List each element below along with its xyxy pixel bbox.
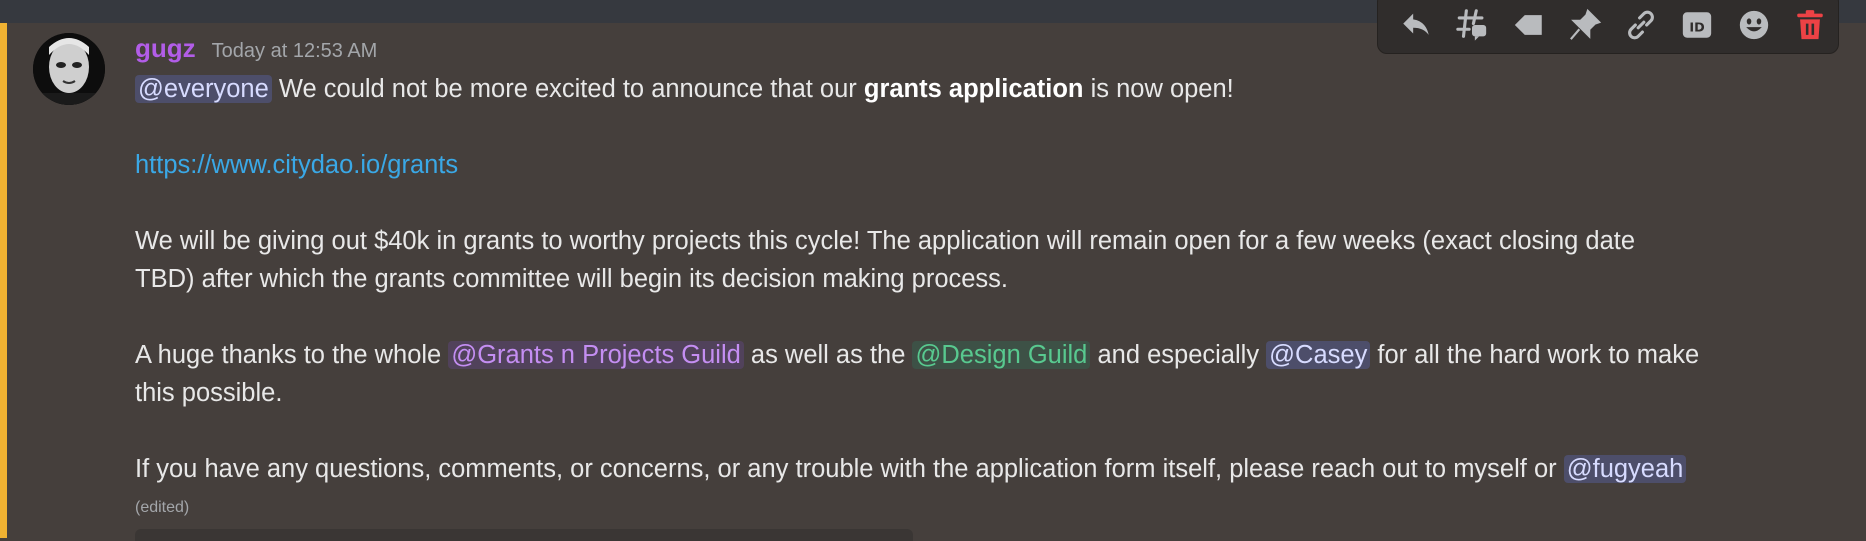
reply-button[interactable]	[1388, 3, 1444, 47]
copy-id-button[interactable]: ID	[1669, 3, 1725, 47]
message-header: gugz Today at 12:53 AM	[135, 33, 377, 64]
text-segment: for all the hard work to make	[1370, 341, 1700, 369]
copy-link-icon	[1628, 10, 1655, 40]
pin-icon	[1569, 8, 1602, 40]
text-segment: If you have any questions, comments, or …	[135, 455, 1564, 483]
grants-link[interactable]: https://www.citydao.io/grants	[135, 151, 458, 179]
copy-id-icon: ID	[1683, 12, 1712, 38]
add-reaction-button[interactable]	[1726, 3, 1782, 47]
message-line-1: @everyone We could not be more excited t…	[135, 70, 1855, 108]
message-content: @everyone We could not be more excited t…	[135, 70, 1855, 488]
create-thread-button[interactable]	[1444, 3, 1500, 47]
text-segment: is now open!	[1083, 75, 1234, 103]
bold-text: grants application	[863, 75, 1084, 103]
mark-unread-icon	[1514, 15, 1542, 35]
mention-grants-guild[interactable]: @Grants n Projects Guild	[448, 341, 744, 369]
paragraph-2-line-2: TBD) after which the grants committee wi…	[135, 265, 1009, 293]
reply-icon	[1403, 13, 1429, 35]
text-segment: A huge thanks to the whole	[135, 341, 449, 369]
svg-text:ID: ID	[1690, 20, 1705, 35]
edited-label: (edited)	[135, 499, 190, 516]
paragraph-4: If you have any questions, comments, or …	[135, 450, 1855, 488]
delete-icon	[1797, 10, 1823, 40]
text-segment: and especially	[1090, 341, 1267, 369]
pin-button[interactable]	[1557, 3, 1613, 47]
mention-highlight-bar	[0, 23, 7, 538]
timestamp[interactable]: Today at 12:53 AM	[212, 40, 378, 63]
username[interactable]: gugz	[135, 33, 196, 64]
mark-unread-button[interactable]	[1501, 3, 1557, 47]
paragraph-2-line-1: We will be giving out $40k in grants to …	[135, 227, 1636, 255]
delete-button[interactable]	[1782, 3, 1838, 47]
text-segment: as well as the	[743, 341, 913, 369]
paragraph-3-line-1: A huge thanks to the whole @Grants n Pro…	[135, 336, 1855, 374]
embed-preview[interactable]	[135, 529, 913, 541]
mention-everyone[interactable]: @everyone	[135, 75, 272, 103]
mention-design-guild[interactable]: @Design Guild	[912, 341, 1091, 369]
mention-casey[interactable]: @Casey	[1266, 341, 1371, 369]
create-thread-icon	[1456, 9, 1487, 41]
add-reaction-icon	[1739, 10, 1768, 40]
text-segment: We could not be more excited to announce…	[271, 75, 864, 103]
mention-fugyeah[interactable]: @fugyeah	[1563, 455, 1687, 483]
paragraph-3-line-2: this possible.	[135, 379, 283, 407]
message-actions-toolbar: ID	[1377, 0, 1839, 54]
avatar[interactable]	[33, 33, 105, 105]
copy-link-button[interactable]	[1613, 3, 1669, 47]
